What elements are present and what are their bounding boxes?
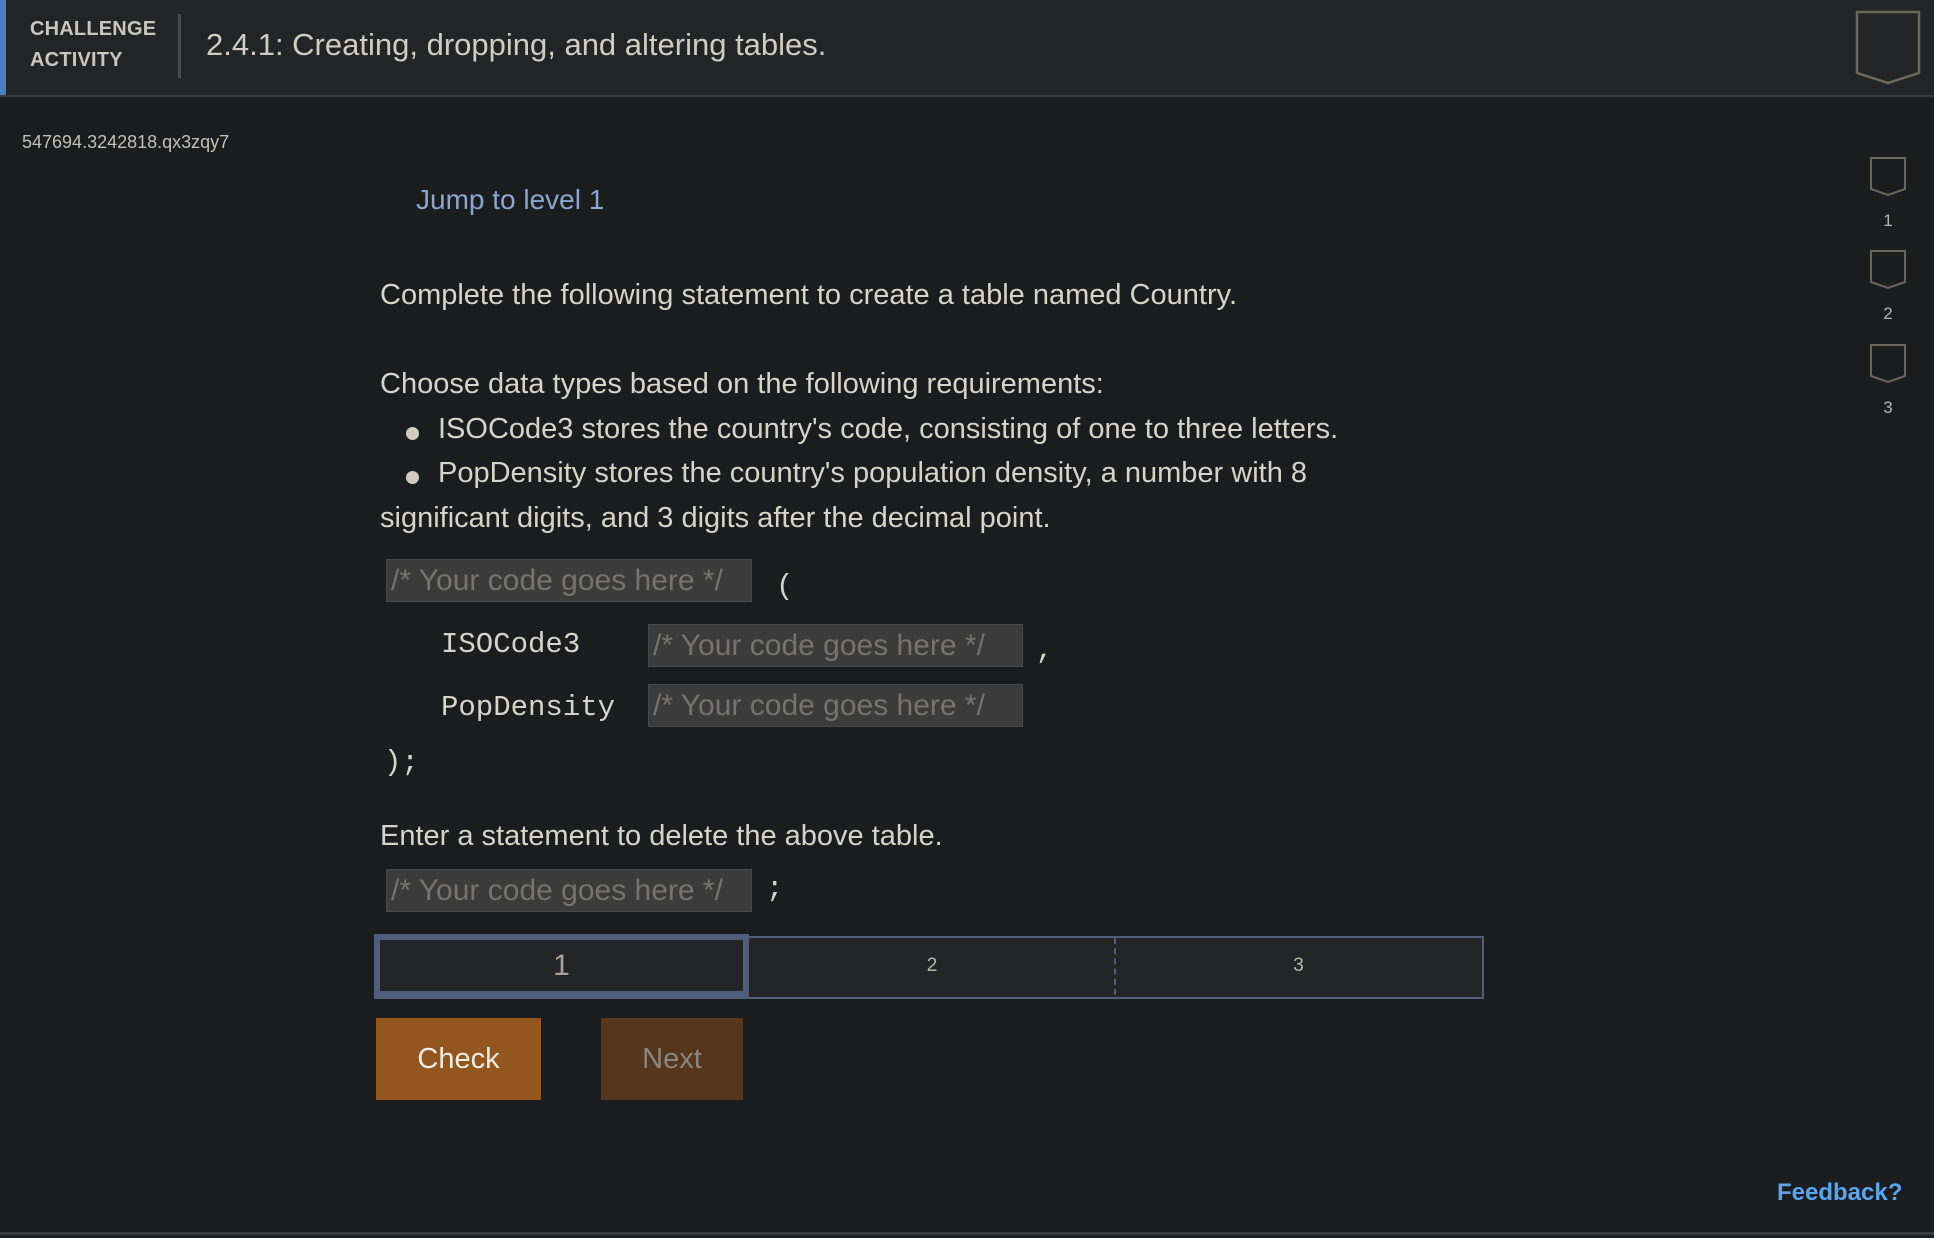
feedback-link[interactable]: Feedback? <box>1777 1179 1902 1207</box>
next-button[interactable]: Next <box>601 1018 743 1100</box>
bottom-divider <box>0 1232 1934 1235</box>
side-level-number: 1 <box>1883 211 1893 230</box>
close-paren-semicolon: ); <box>384 746 419 779</box>
level-selector: 1 2 3 <box>374 934 1484 999</box>
requirement-isocode3: ISOCode3 stores the country's code, cons… <box>438 413 1339 445</box>
comma: , <box>1036 634 1054 667</box>
level-3-tab[interactable]: 3 <box>1115 934 1482 997</box>
header-accent-stripe <box>0 0 6 95</box>
requirement-popdensity: PopDensity stores the country's populati… <box>438 457 1308 489</box>
isocode3-type-input[interactable]: /* Your code goes here */ <box>648 624 1023 667</box>
level-badge-icon <box>1870 250 1906 290</box>
activity-type-line2: ACTIVITY <box>30 49 123 71</box>
drop-statement-input[interactable]: /* Your code goes here */ <box>386 869 752 912</box>
semicolon: ; <box>766 872 784 905</box>
check-button[interactable]: Check <box>376 1018 541 1100</box>
popdensity-type-input[interactable]: /* Your code goes here */ <box>648 684 1023 727</box>
create-statement-input[interactable]: /* Your code goes here */ <box>386 559 752 602</box>
open-paren: ( <box>776 570 794 603</box>
completion-badge-icon <box>1855 10 1921 90</box>
activity-header: CHALLENGE ACTIVITY 2.4.1: Creating, drop… <box>0 0 1934 97</box>
level-badge-icon <box>1870 157 1906 197</box>
instruction-intro: Complete the following statement to crea… <box>380 279 1238 311</box>
header-divider <box>178 14 181 78</box>
jump-to-level-link[interactable]: Jump to level 1 <box>416 184 604 216</box>
level-badge-icon <box>1870 344 1906 384</box>
side-level-1[interactable]: 1 <box>1868 156 1908 231</box>
requirement-popdensity-cont: significant digits, and 3 digits after t… <box>380 502 1051 534</box>
bullet-dot-icon <box>406 471 419 484</box>
side-level-number: 3 <box>1883 398 1893 417</box>
activity-type-line1: CHALLENGE <box>30 18 157 40</box>
activity-id: 547694.3242818.qx3zqy7 <box>22 132 230 152</box>
delete-prompt: Enter a statement to delete the above ta… <box>380 820 943 852</box>
column-name-isocode3: ISOCode3 <box>441 628 581 661</box>
activity-title: 2.4.1: Creating, dropping, and altering … <box>206 27 827 62</box>
requirements-heading: Choose data types based on the following… <box>380 368 1104 400</box>
activity-type-label: CHALLENGE ACTIVITY <box>30 14 156 76</box>
column-name-popdensity: PopDensity <box>441 691 616 724</box>
bullet-dot-icon <box>406 427 419 440</box>
level-2-tab[interactable]: 2 <box>749 934 1115 997</box>
side-level-2[interactable]: 2 <box>1868 249 1908 324</box>
side-level-number: 2 <box>1883 304 1893 323</box>
level-1-tab[interactable]: 1 <box>374 934 749 997</box>
side-level-3[interactable]: 3 <box>1868 343 1908 418</box>
